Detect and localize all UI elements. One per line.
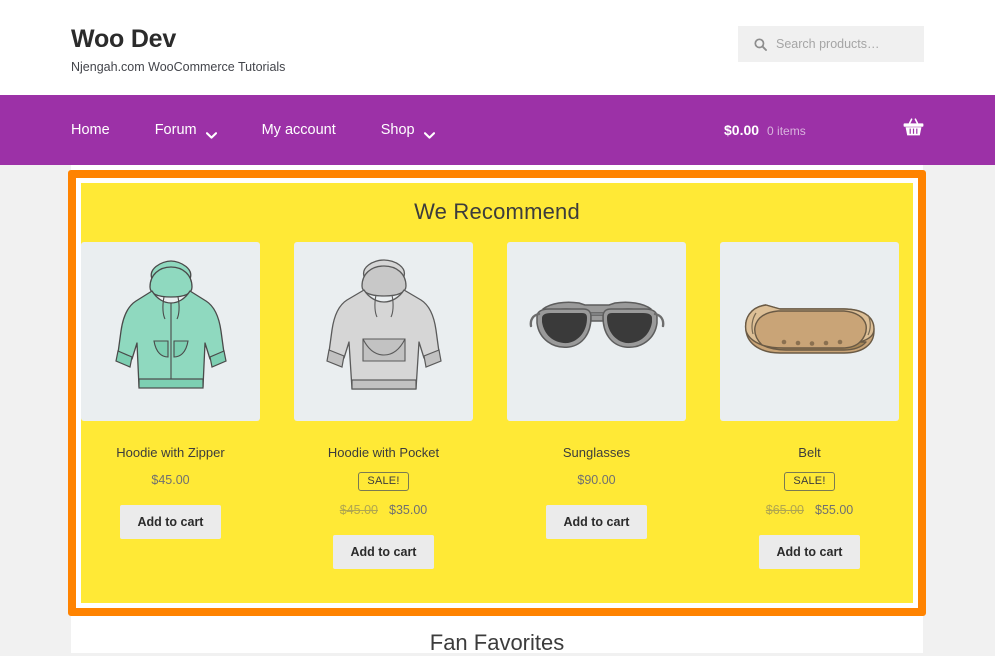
site-header: Woo Dev Njengah.com WooCommerce Tutorial… (0, 0, 995, 95)
nav-item-home[interactable]: Home (71, 122, 133, 138)
nav-label: Home (71, 122, 110, 138)
sale-badge: SALE! (358, 471, 409, 491)
add-to-cart-button[interactable]: Add to cart (545, 504, 648, 539)
chevron-down-icon[interactable] (423, 127, 435, 139)
product-name: Hoodie with Zipper (116, 445, 225, 460)
price-original: $45.00 (339, 502, 378, 517)
product-price: $90.00 (577, 472, 616, 487)
we-recommend-inner: We Recommend Hoodie with Zipper $45.00 A… (81, 183, 913, 603)
product-name: Sunglasses (562, 445, 631, 460)
product-price: $45.00 (151, 472, 190, 487)
site-tagline: Njengah.com WooCommerce Tutorials (71, 59, 286, 74)
search-icon (754, 37, 767, 51)
sale-badge: SALE! (784, 471, 835, 491)
product-card[interactable]: Belt SALE! $65.00 $55.00 Add to cart (720, 242, 899, 569)
product-name: Belt (798, 445, 821, 460)
add-to-cart-button[interactable]: Add to cart (758, 534, 861, 569)
product-card[interactable]: Sunglasses $90.00 Add to cart (507, 242, 686, 569)
hoodie-pocket-image[interactable] (294, 242, 473, 421)
chevron-down-icon[interactable] (205, 127, 217, 139)
add-to-cart-button[interactable]: Add to cart (119, 504, 222, 539)
product-grid: Hoodie with Zipper $45.00 Add to cart Ho… (81, 242, 913, 569)
site-title: Woo Dev (71, 25, 177, 53)
nav-label: Shop (380, 122, 415, 138)
nav-item-shop[interactable]: Shop (380, 122, 458, 139)
nav-item-forum[interactable]: Forum (154, 122, 240, 139)
fan-favorites-section: Fan Favorites (71, 616, 923, 655)
cart-total: $0.00 (724, 122, 760, 138)
product-card[interactable]: Hoodie with Pocket SALE! $45.00 $35.00 A… (294, 242, 473, 569)
price-original: $65.00 (765, 502, 804, 517)
cart-area[interactable]: $0.00 0 items (724, 95, 924, 165)
fan-favorites-title: Fan Favorites (429, 630, 565, 655)
nav-label: Forum (154, 122, 197, 138)
shopping-basket-icon[interactable] (903, 118, 924, 142)
site-branding[interactable]: Woo Dev Njengah.com WooCommerce Tutorial… (71, 25, 286, 75)
we-recommend-section: We Recommend Hoodie with Zipper $45.00 A… (68, 170, 926, 616)
nav-item-my-account[interactable]: My account (262, 122, 359, 138)
belt-image[interactable] (720, 242, 899, 421)
product-name: Hoodie with Pocket (327, 445, 440, 460)
primary-navigation: Home Forum My account Shop $0.00 0 items (0, 95, 995, 165)
product-search-box[interactable] (738, 26, 924, 62)
nav-label: My account (261, 122, 336, 138)
cart-item-count: 0 items (767, 124, 806, 138)
price-sale: $35.00 (389, 502, 428, 517)
cart-summary[interactable]: $0.00 0 items (724, 122, 806, 138)
product-price: $45.00 $35.00 (294, 503, 473, 517)
sunglasses-image[interactable] (507, 242, 686, 421)
nav-menu: Home Forum My account Shop (71, 122, 458, 139)
hoodie-zipper-image[interactable] (81, 242, 260, 421)
product-price: $65.00 $55.00 (720, 503, 899, 517)
we-recommend-title: We Recommend (414, 199, 580, 224)
price-sale: $55.00 (815, 502, 854, 517)
search-input[interactable] (776, 37, 916, 51)
add-to-cart-button[interactable]: Add to cart (332, 534, 435, 569)
product-card[interactable]: Hoodie with Zipper $45.00 Add to cart (81, 242, 260, 569)
